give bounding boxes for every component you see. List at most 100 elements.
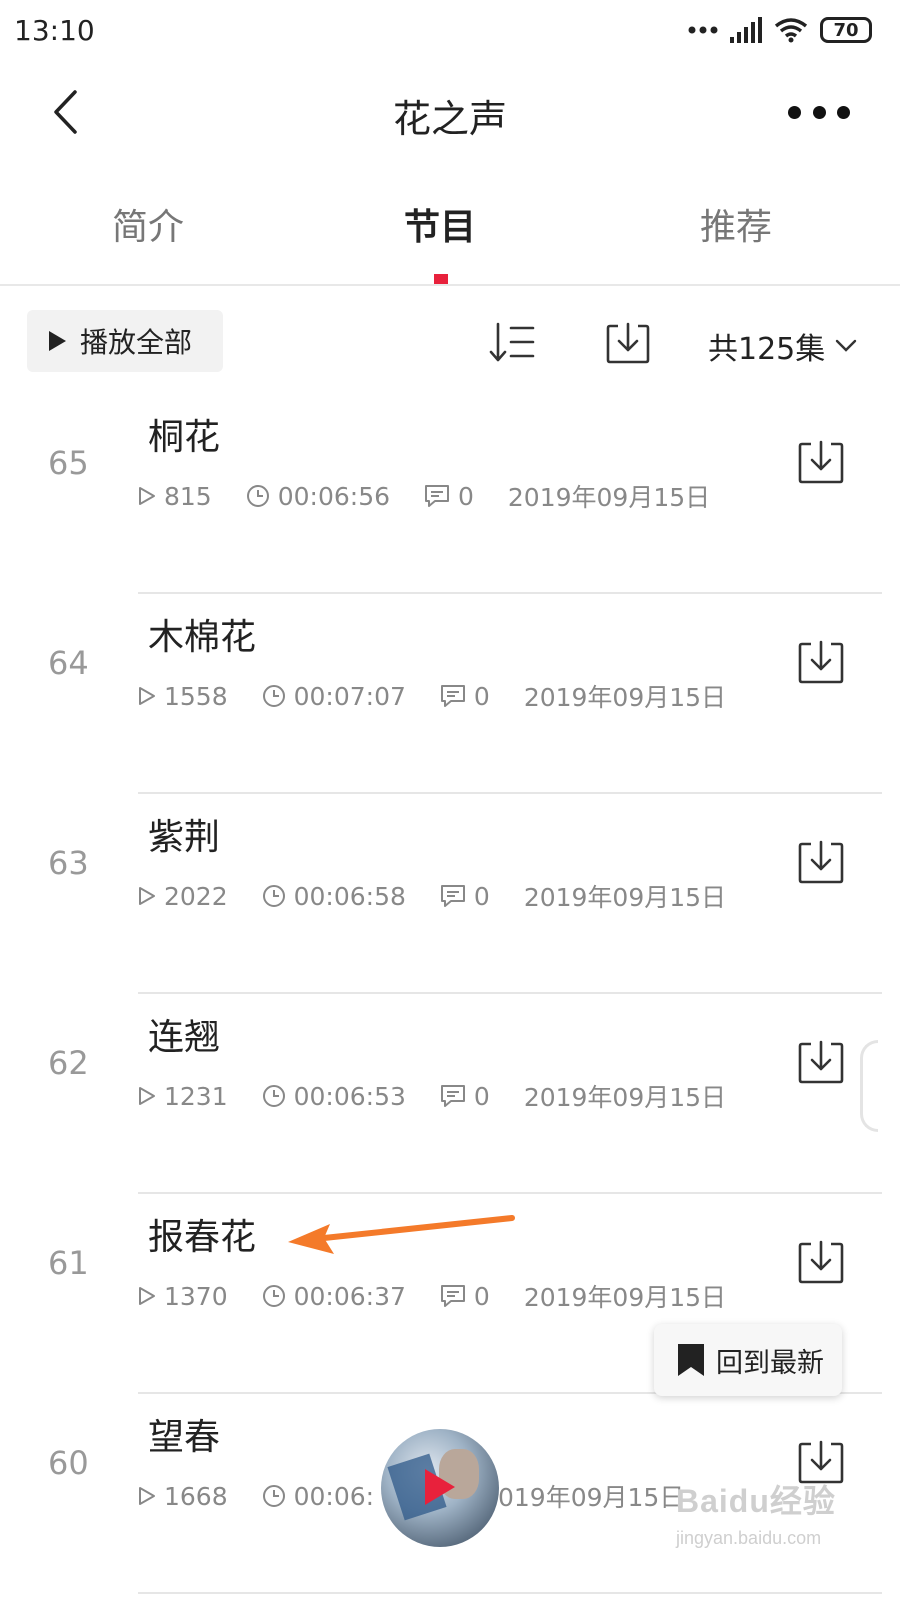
episode-count-label: 共125集 [708, 332, 826, 367]
header: 花之声 [0, 62, 900, 162]
episode-meta: 1370 00:06:37 0 2019年09月15日 [138, 1280, 726, 1312]
episode-count-selector[interactable]: 共125集 [708, 324, 857, 368]
play-count: 2022 [138, 882, 228, 911]
episode-number: 60 [48, 1444, 89, 1482]
duration: 00:06: [262, 1482, 374, 1511]
play-count: 1668 [138, 1482, 228, 1511]
comment-count: 0 [440, 882, 490, 911]
row-divider [138, 1592, 882, 1594]
tab-recommend[interactable]: 推荐 [636, 198, 836, 250]
comment-icon [440, 1285, 465, 1307]
clock-icon [262, 1285, 285, 1307]
episode-list: 65 桐花 815 00:06:56 0 2019年09月15日 64 木棉花 [0, 394, 900, 1600]
more-dot-icon [788, 105, 801, 119]
episode-row[interactable]: 63 紫荆 2022 00:06:58 0 2019年09月15日 [0, 794, 900, 994]
episode-title: 报春花 [148, 1217, 257, 1258]
battery-icon: 70 [820, 17, 872, 43]
play-outline-icon [139, 687, 155, 705]
chevron-down-icon [836, 339, 857, 352]
episode-download-button[interactable] [796, 1236, 846, 1286]
download-icon [798, 440, 844, 484]
play-outline-icon [139, 487, 155, 505]
comment-icon [440, 885, 465, 907]
comment-count: 0 [440, 682, 490, 711]
episode-title: 望春 [148, 1417, 221, 1458]
comment-icon [425, 485, 449, 507]
play-count: 1558 [138, 682, 228, 711]
episode-title: 桐花 [148, 417, 221, 458]
watermark-url: jingyan.baidu.com [676, 1528, 822, 1548]
duration: 00:06:53 [262, 1082, 406, 1111]
episode-number: 61 [48, 1244, 89, 1282]
publish-date: 2019年09月15日 [507, 483, 711, 512]
episode-number: 65 [48, 444, 89, 482]
episode-number: 64 [48, 644, 89, 682]
mini-player-button[interactable] [381, 1429, 499, 1547]
signal-icon [730, 17, 762, 43]
sort-icon [489, 322, 535, 362]
status-time: 13:10 [14, 14, 95, 47]
publish-date: 2019年09月15日 [523, 1083, 727, 1112]
episode-title: 紫荆 [148, 817, 221, 858]
comment-count: 0 [424, 482, 474, 511]
tab-bar: 简介 节目 推荐 [0, 176, 900, 286]
play-outline-icon [139, 887, 155, 905]
duration: 00:06:56 [246, 482, 390, 511]
scroll-indicator[interactable] [860, 1040, 878, 1132]
episode-row[interactable]: 65 桐花 815 00:06:56 0 2019年09月15日 [0, 394, 900, 594]
sort-button[interactable] [488, 318, 536, 366]
page-title: 花之声 [392, 97, 507, 141]
clock-icon [262, 685, 285, 707]
tab-active-indicator [434, 274, 448, 284]
episode-row[interactable]: 62 连翘 1231 00:06:53 0 2019年09月15日 [0, 994, 900, 1194]
publish-date: 2019年09月15日 [482, 1483, 685, 1512]
play-all-button[interactable]: 播放全部 [27, 310, 223, 372]
more-options-button[interactable] [788, 92, 850, 132]
download-icon [606, 322, 650, 364]
episode-meta: 2022 00:06:58 0 2019年09月15日 [138, 880, 726, 912]
tab-episodes[interactable]: 节目 [340, 198, 540, 250]
clock-icon [262, 885, 285, 907]
episode-meta: 1558 00:07:07 0 2019年09月15日 [138, 680, 726, 712]
play-all-label: 播放全部 [80, 326, 193, 359]
episode-title: 连翘 [148, 1017, 221, 1058]
watermark-logo: Baidu经验 [676, 1483, 836, 1519]
episode-download-button[interactable] [796, 836, 846, 886]
duration: 00:06:37 [262, 1282, 406, 1311]
play-icon [49, 331, 66, 351]
play-icon [425, 1469, 455, 1505]
tab-intro[interactable]: 简介 [48, 198, 248, 250]
play-outline-icon [139, 1287, 155, 1305]
episode-meta: 1231 00:06:53 0 2019年09月15日 [138, 1080, 726, 1112]
back-to-latest-label: 回到最新 [716, 1347, 824, 1379]
publish-date: 2019年09月15日 [523, 683, 727, 712]
publish-date: 2019年09月15日 [523, 1283, 727, 1312]
status-bar: 13:10 70 [0, 0, 900, 62]
episode-download-button[interactable] [796, 636, 846, 686]
clock-icon [246, 485, 269, 507]
back-to-latest-button[interactable]: 回到最新 [654, 1324, 842, 1396]
episode-row[interactable]: 64 木棉花 1558 00:07:07 0 2019年09月15日 [0, 594, 900, 794]
play-count: 815 [138, 482, 212, 511]
episode-title: 木棉花 [148, 617, 257, 658]
play-count: 1370 [138, 1282, 228, 1311]
duration: 00:07:07 [262, 682, 406, 711]
wifi-icon [774, 18, 808, 43]
comment-icon [440, 685, 465, 707]
clock-icon [262, 1085, 285, 1107]
annotation-arrow-icon [288, 1215, 515, 1254]
more-dots-icon [688, 26, 718, 34]
publish-date: 2019年09月15日 [523, 883, 727, 912]
bookmark-icon [678, 1344, 704, 1376]
batch-download-button[interactable] [604, 318, 652, 366]
more-dot-icon [837, 105, 850, 119]
play-outline-icon [139, 1487, 155, 1505]
download-icon [798, 840, 844, 884]
comment-icon [440, 1085, 465, 1107]
comment-count: 0 [440, 1082, 490, 1111]
episode-download-button[interactable] [796, 436, 846, 486]
status-icons: 70 [688, 14, 872, 46]
more-dot-icon [812, 105, 826, 119]
episode-download-button[interactable] [796, 1036, 846, 1086]
episode-number: 63 [48, 844, 89, 882]
